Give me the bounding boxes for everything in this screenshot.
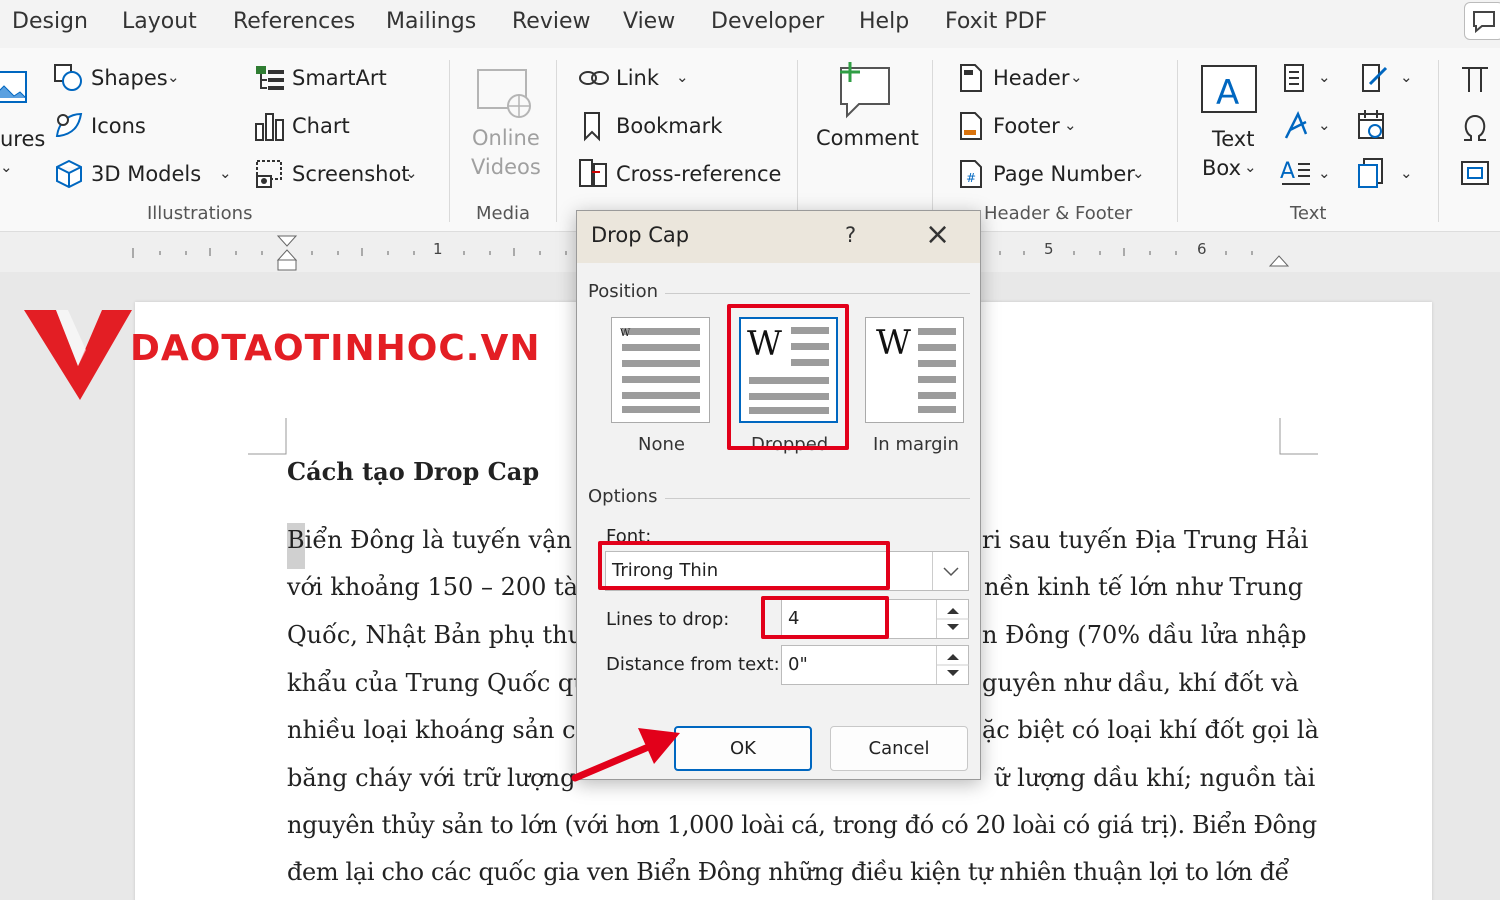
- red-arrow-icon: [571, 728, 680, 782]
